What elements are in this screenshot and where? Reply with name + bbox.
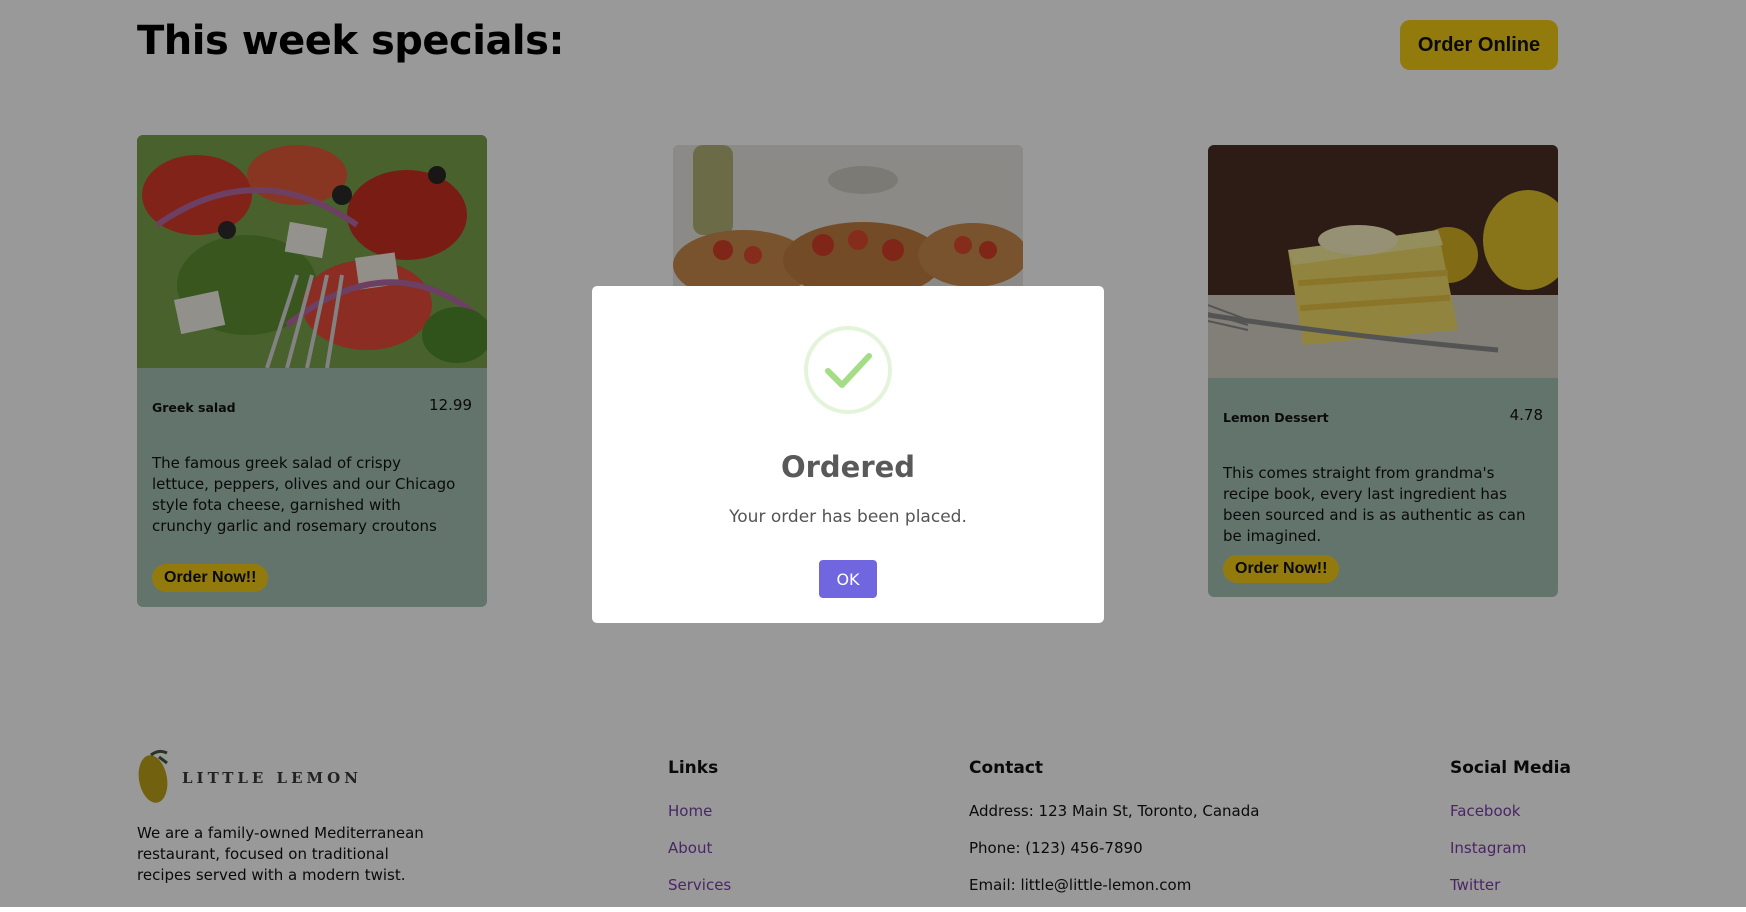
modal-message: Your order has been placed. [729,507,967,527]
modal-title: Ordered [780,450,916,484]
order-confirmation-dialog: Ordered Your order has been placed. OK [592,286,1104,623]
ok-button[interactable]: OK [819,560,877,598]
success-check-icon [804,326,892,414]
